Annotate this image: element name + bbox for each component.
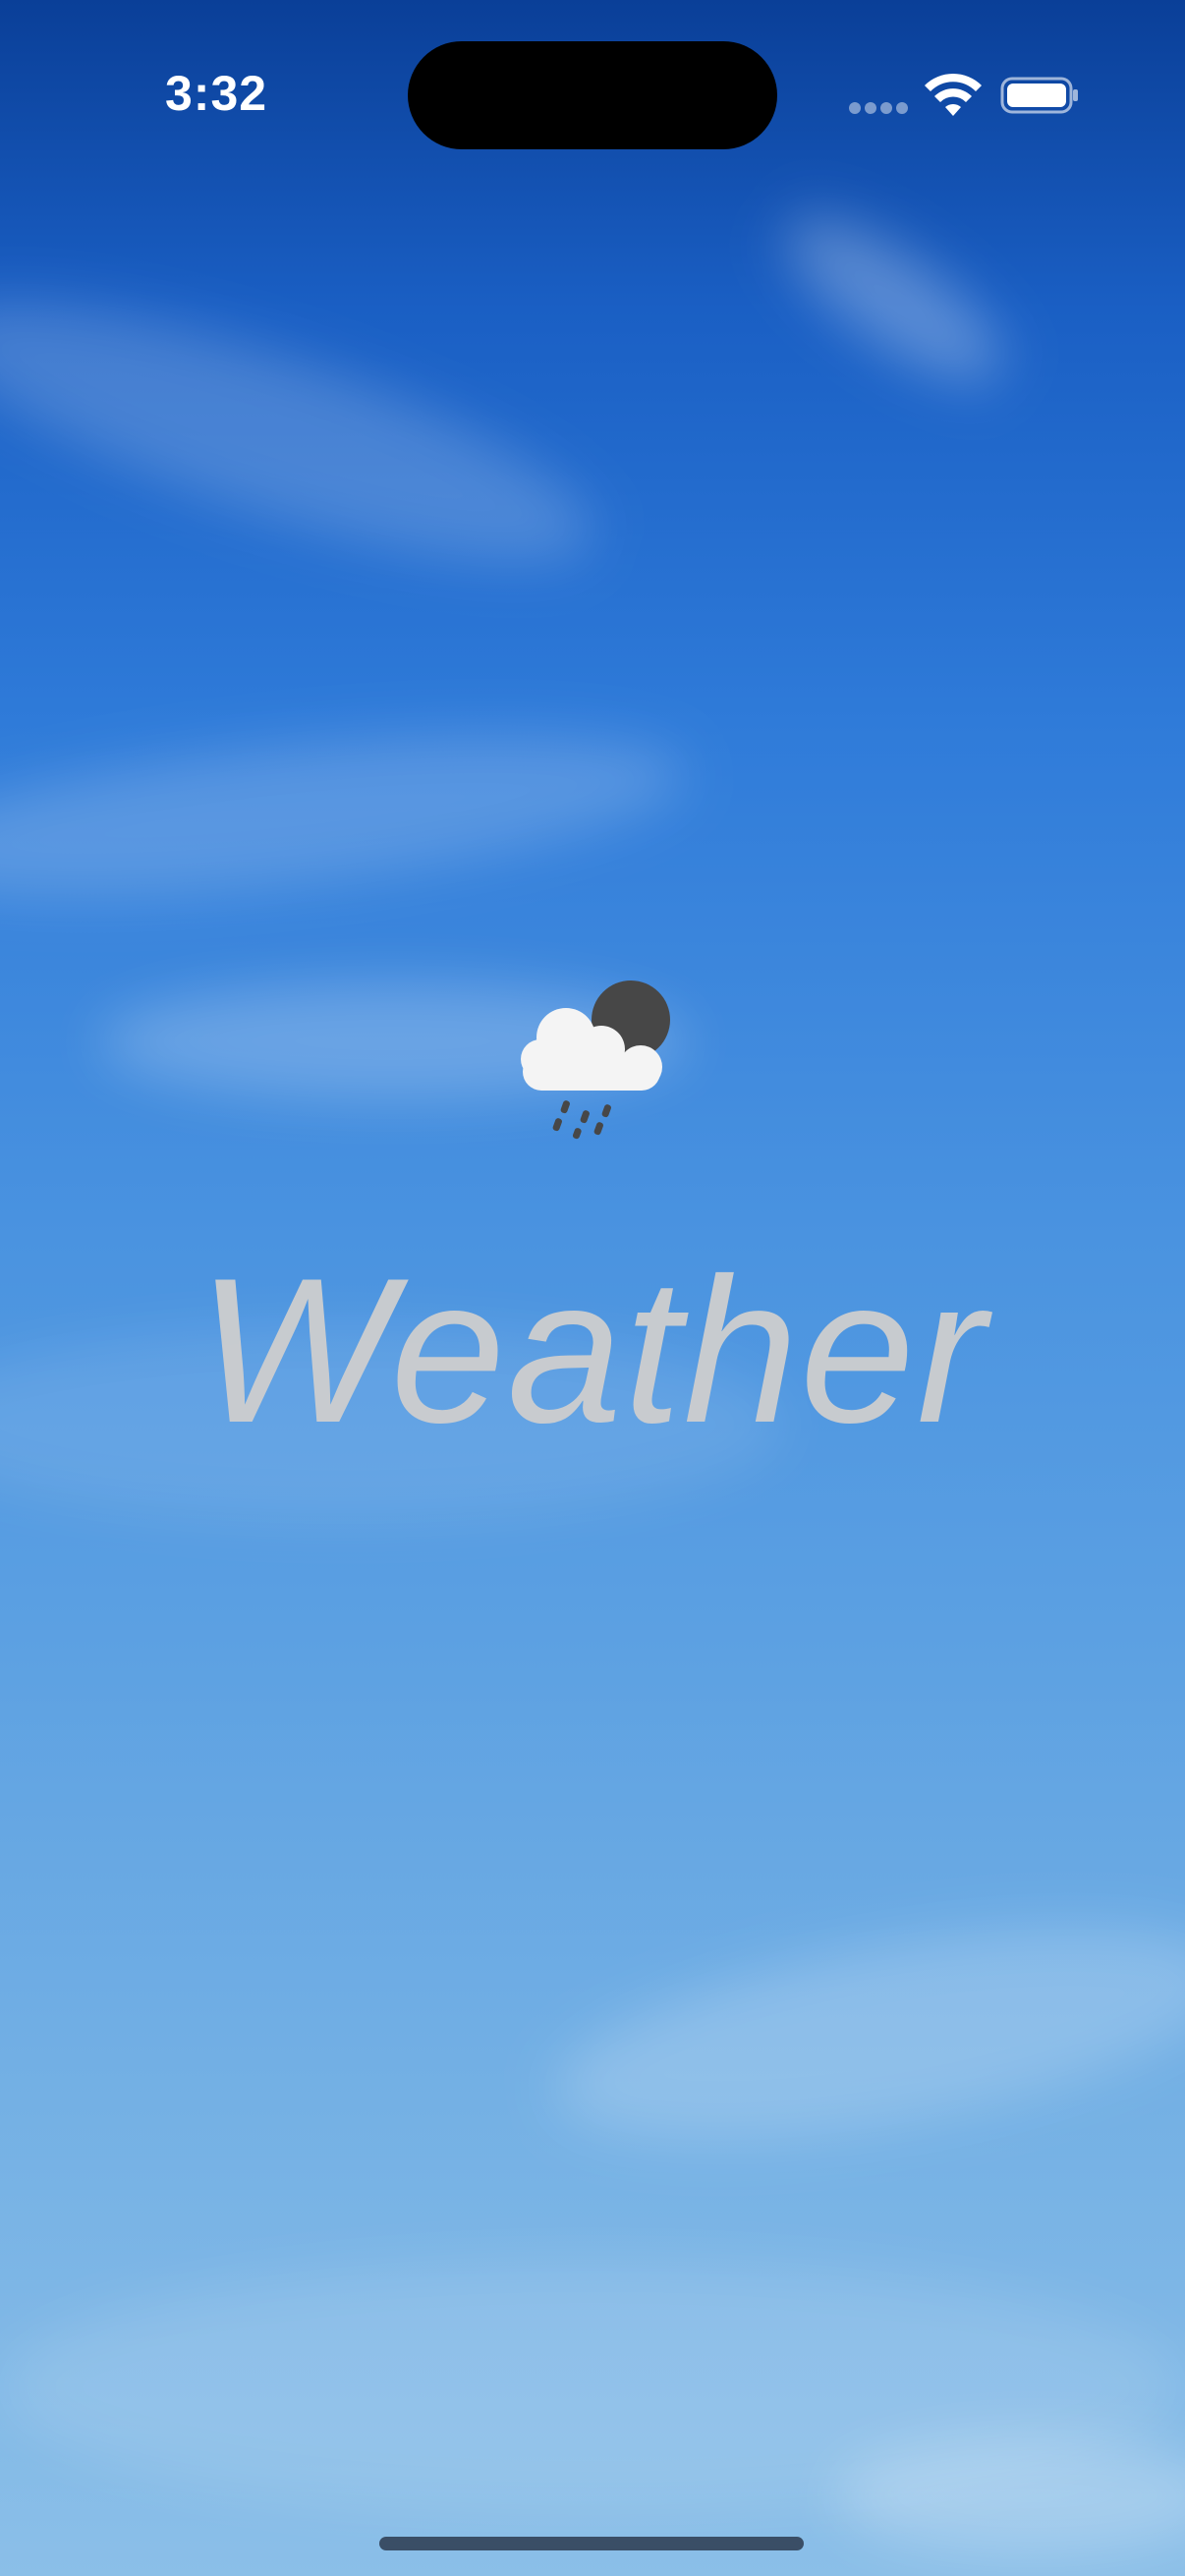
cloud-wisp — [0, 251, 617, 614]
cellular-signal-icon — [849, 102, 908, 114]
cloud-wisp — [835, 2436, 1185, 2554]
cloud-wisp — [0, 704, 694, 926]
cloud-wisp — [539, 1886, 1185, 2181]
status-time: 3:32 — [165, 66, 268, 121]
splash-screen: 3:32 Weather — [0, 0, 1185, 2576]
battery-icon — [1000, 77, 1078, 114]
wifi-icon — [925, 73, 982, 116]
dynamic-island — [408, 41, 777, 149]
app-title: Weather — [198, 1235, 988, 1466]
cloud-wisp — [763, 190, 1025, 410]
cloud-rain-moon-icon — [521, 980, 670, 1140]
home-indicator[interactable] — [379, 2537, 804, 2550]
